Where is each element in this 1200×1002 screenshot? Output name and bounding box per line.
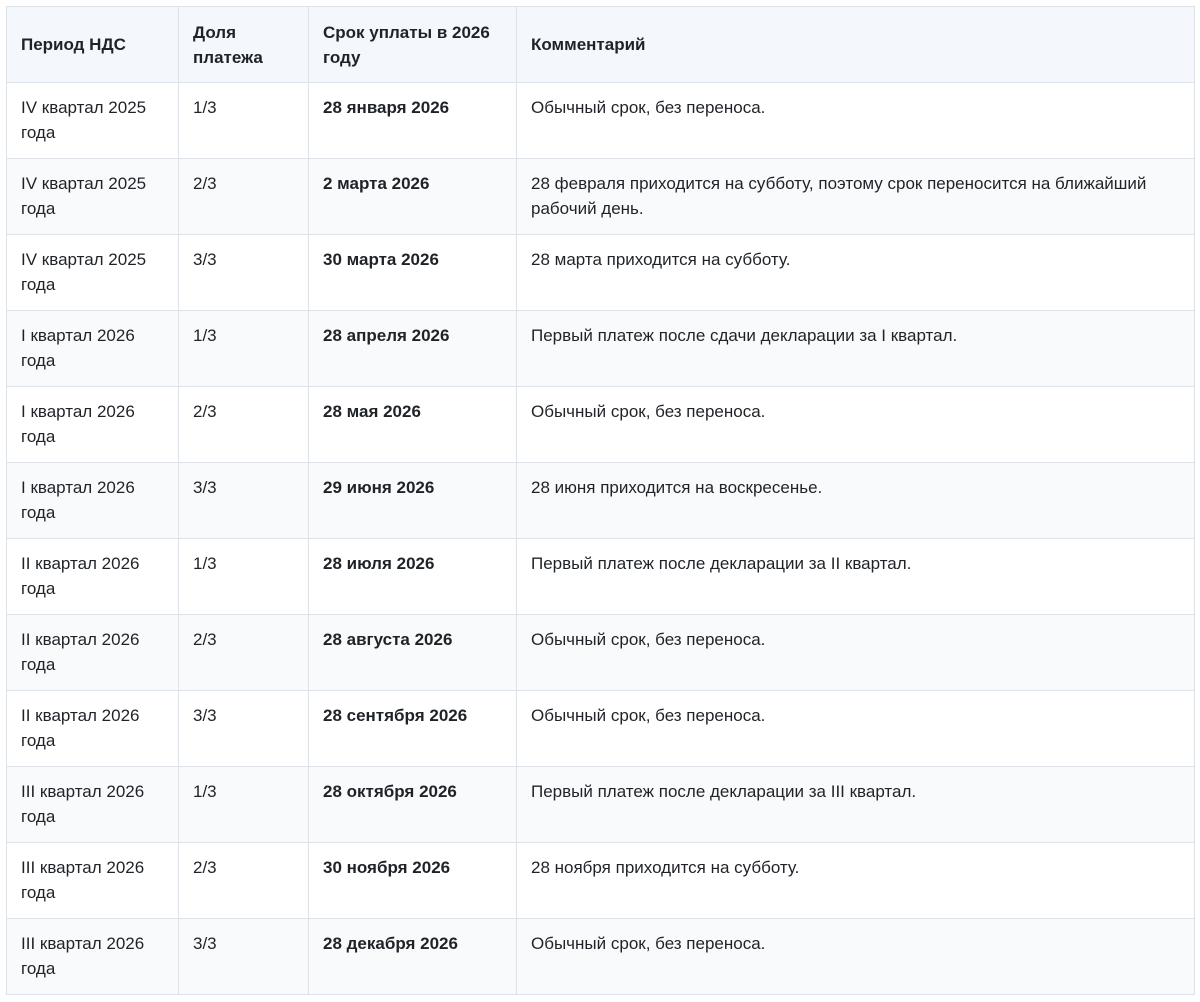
due-date-cell: 28 августа 2026	[308, 614, 517, 691]
period-cell: III квартал 2026 года	[6, 842, 179, 919]
period-cell: III квартал 2026 года	[6, 766, 179, 843]
due-date-cell: 30 марта 2026	[308, 234, 517, 311]
period-cell: I квартал 2026 года	[6, 310, 179, 387]
due-date-cell: 28 января 2026	[308, 82, 517, 159]
vat-payment-schedule-table: Период НДС Доля платежа Срок уплаты в 20…	[6, 6, 1195, 995]
period-cell: III квартал 2026 года	[6, 918, 179, 995]
table-row: IV квартал 2025 года 2/3 2 марта 2026 28 фе…	[6, 158, 1195, 235]
table-row: III квартал 2026 года 3/3 28 декабря 2026 О…	[6, 918, 1195, 995]
share-cell: 2/3	[178, 386, 309, 463]
comment-cell: Обычный срок, без переноса.	[516, 690, 1195, 767]
share-cell: 3/3	[178, 462, 309, 539]
share-cell: 3/3	[178, 690, 309, 767]
comment-cell: Обычный срок, без переноса.	[516, 918, 1195, 995]
table-row: III квартал 2026 года 1/3 28 октября 2026 П…	[6, 766, 1195, 843]
comment-cell: Первый платеж после декларации за III кв…	[516, 766, 1195, 843]
period-cell: II квартал 2026 года	[6, 614, 179, 691]
share-cell: 1/3	[178, 766, 309, 843]
header-comment: Комментарий	[516, 6, 1195, 83]
period-cell: IV квартал 2025 года	[6, 82, 179, 159]
share-cell: 2/3	[178, 158, 309, 235]
share-cell: 3/3	[178, 918, 309, 995]
period-cell: II квартал 2026 года	[6, 538, 179, 615]
comment-cell: 28 февраля приходится на субботу, поэтом…	[516, 158, 1195, 235]
table-body: IV квартал 2025 года 1/3 28 января 2026 Обы…	[6, 82, 1195, 995]
table-row: I квартал 2026 года 2/3 28 мая 2026 Обычный…	[6, 386, 1195, 463]
vat-payment-schedule-table-wrap: Период НДС Доля платежа Срок уплаты в 20…	[6, 6, 1195, 995]
share-cell: 1/3	[178, 82, 309, 159]
comment-cell: Первый платеж после сдачи декларации за …	[516, 310, 1195, 387]
due-date-cell: 28 сентября 2026	[308, 690, 517, 767]
due-date-cell: 30 ноября 2026	[308, 842, 517, 919]
table-row: IV квартал 2025 года 1/3 28 января 2026 Обы…	[6, 82, 1195, 159]
comment-cell: Обычный срок, без переноса.	[516, 386, 1195, 463]
due-date-cell: 28 мая 2026	[308, 386, 517, 463]
table-row: IV квартал 2025 года 3/3 30 марта 2026 28 м…	[6, 234, 1195, 311]
share-cell: 1/3	[178, 538, 309, 615]
period-cell: I квартал 2026 года	[6, 462, 179, 539]
period-cell: IV квартал 2025 года	[6, 158, 179, 235]
header-period: Период НДС	[6, 6, 179, 83]
due-date-cell: 28 декабря 2026	[308, 918, 517, 995]
due-date-cell: 28 апреля 2026	[308, 310, 517, 387]
due-date-cell: 29 июня 2026	[308, 462, 517, 539]
table-row: III квартал 2026 года 2/3 30 ноября 2026 28…	[6, 842, 1195, 919]
share-cell: 1/3	[178, 310, 309, 387]
comment-cell: 28 июня приходится на воскресенье.	[516, 462, 1195, 539]
share-cell: 2/3	[178, 614, 309, 691]
share-cell: 3/3	[178, 234, 309, 311]
period-cell: I квартал 2026 года	[6, 386, 179, 463]
table-row: I квартал 2026 года 1/3 28 апреля 2026 Перв…	[6, 310, 1195, 387]
comment-cell: Первый платеж после декларации за II ква…	[516, 538, 1195, 615]
due-date-cell: 28 октября 2026	[308, 766, 517, 843]
table-row: II квартал 2026 года 1/3 28 июля 2026 Первы…	[6, 538, 1195, 615]
table-row: II квартал 2026 года 3/3 28 сентября 2026 О…	[6, 690, 1195, 767]
table-header-row: Период НДС Доля платежа Срок уплаты в 20…	[6, 6, 1195, 83]
comment-cell: Обычный срок, без переноса.	[516, 82, 1195, 159]
period-cell: II квартал 2026 года	[6, 690, 179, 767]
period-cell: IV квартал 2025 года	[6, 234, 179, 311]
comment-cell: 28 марта приходится на субботу.	[516, 234, 1195, 311]
header-due-date: Срок уплаты в 2026 году	[308, 6, 517, 83]
due-date-cell: 2 марта 2026	[308, 158, 517, 235]
table-row: II квартал 2026 года 2/3 28 августа 2026 Об…	[6, 614, 1195, 691]
due-date-cell: 28 июля 2026	[308, 538, 517, 615]
share-cell: 2/3	[178, 842, 309, 919]
comment-cell: Обычный срок, без переноса.	[516, 614, 1195, 691]
table-row: I квартал 2026 года 3/3 29 июня 2026 28 июн…	[6, 462, 1195, 539]
comment-cell: 28 ноября приходится на субботу.	[516, 842, 1195, 919]
header-share: Доля платежа	[178, 6, 309, 83]
